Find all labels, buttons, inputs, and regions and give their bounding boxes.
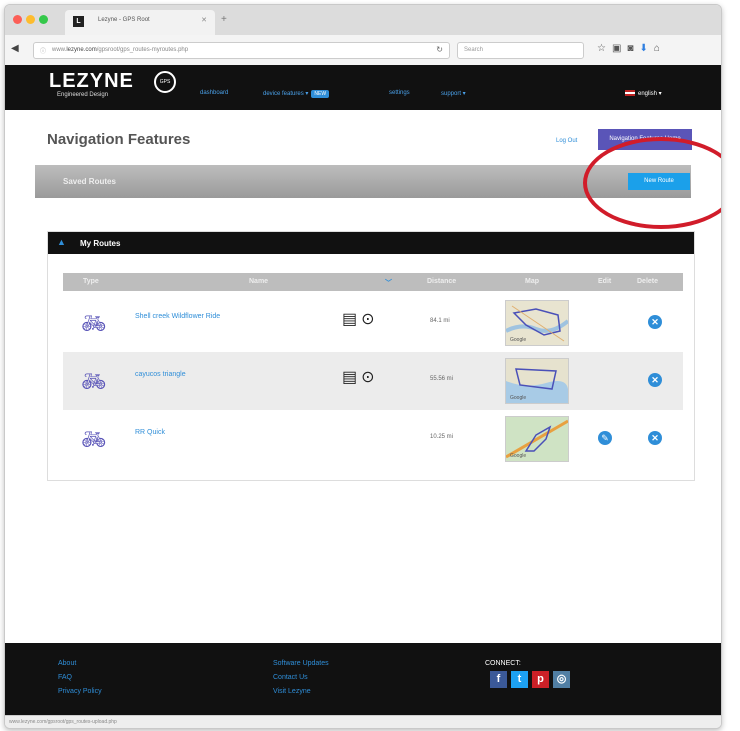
col-map: Map	[525, 278, 539, 285]
nav-support[interactable]: support ▾	[441, 90, 466, 97]
info-icon[interactable]: ⓘ	[40, 46, 46, 55]
logout-link[interactable]: Log Out	[556, 138, 577, 144]
footer-about-link[interactable]: About	[58, 660, 76, 667]
download-icon[interactable]: ⬇	[639, 43, 653, 54]
close-window-button[interactable]	[13, 15, 22, 24]
my-routes-title: My Routes	[80, 239, 121, 248]
nav-settings[interactable]: settings	[389, 90, 410, 96]
back-arrow-icon[interactable]: ◀	[11, 43, 19, 54]
pocket-icon[interactable]: ◙	[627, 43, 639, 54]
route-map-thumbnail[interactable]: Google	[505, 300, 570, 346]
address-bar[interactable]: ⓘ www.lezyne.com/gpsroot/gps_routes-myro…	[33, 42, 450, 59]
site-header: LEZYNE Engineered Design GPS dashboard d…	[5, 65, 721, 110]
route-name-link[interactable]: cayucos triangle	[135, 371, 186, 378]
col-type: Type	[83, 278, 99, 285]
document-icon[interactable]: ▤	[342, 311, 361, 328]
close-tab-icon[interactable]: ✕	[201, 16, 207, 24]
instagram-icon[interactable]: ◎	[553, 671, 570, 688]
browser-tab[interactable]: L Lezyne - GPS Root ✕	[65, 10, 215, 35]
route-actions: ▤⊙	[342, 367, 379, 387]
col-delete: Delete	[637, 278, 659, 285]
status-url: www.lezyne.com/gpsroot/gps_routes-upload…	[9, 719, 117, 725]
favicon-icon: L	[73, 16, 84, 27]
saved-routes-label: Saved Routes	[63, 177, 116, 186]
home-icon[interactable]: ⌂	[654, 43, 666, 54]
nav-dashboard[interactable]: dashboard	[200, 90, 228, 96]
route-map-thumbnail[interactable]: Google	[505, 416, 569, 462]
zoom-window-button[interactable]	[39, 15, 48, 24]
route-distance: 55.56 mi	[430, 376, 454, 382]
bookmark-star-icon[interactable]: ☆	[597, 43, 612, 54]
google-watermark: Google	[510, 337, 527, 343]
search-placeholder: Search	[464, 47, 484, 53]
new-badge: NEW	[311, 90, 330, 98]
search-input[interactable]: Search	[457, 42, 584, 59]
route-name-link[interactable]: Shell creek Wildflower Ride	[135, 313, 220, 320]
my-routes-panel: ▲ My Routes Type Name ﹀ Distance Map Edi…	[47, 231, 695, 481]
document-icon[interactable]: ▤	[342, 369, 361, 386]
delete-route-button[interactable]: ✕	[648, 315, 662, 329]
target-icon[interactable]: ⊙	[361, 369, 378, 386]
site-footer: About FAQ Privacy Policy Software Update…	[5, 643, 721, 715]
reload-icon[interactable]: ↻	[436, 45, 443, 54]
route-row: 🚲︎ cayucos triangle ▤⊙ 55.56 mi Google ✕	[63, 352, 683, 410]
navigation-toolbar: ◀ ⓘ www.lezyne.com/gpsroot/gps_routes-my…	[5, 35, 721, 66]
footer-software-link[interactable]: Software Updates	[273, 660, 329, 667]
lezyne-logo[interactable]: LEZYNE	[49, 70, 134, 93]
col-name[interactable]: Name	[249, 278, 268, 285]
edit-route-button[interactable]: ✎	[598, 431, 612, 445]
browser-status-bar: www.lezyne.com/gpsroot/gps_routes-upload…	[5, 715, 721, 728]
logo-tagline: Engineered Design	[57, 92, 109, 98]
footer-faq-link[interactable]: FAQ	[58, 674, 72, 681]
bike-icon: 🚲︎	[81, 429, 107, 451]
footer-visit-link[interactable]: Visit Lezyne	[273, 688, 311, 695]
bike-icon: 🚲︎	[81, 371, 107, 393]
browser-window: L Lezyne - GPS Root ✕ + ◀ ⓘ www.lezyne.c…	[4, 4, 722, 729]
col-edit: Edit	[598, 278, 612, 285]
language-selector[interactable]: english ▾	[625, 90, 662, 97]
new-tab-icon[interactable]: +	[221, 14, 227, 25]
collapse-triangle-icon[interactable]: ▲	[57, 237, 66, 247]
connect-label: CONNECT:	[485, 660, 521, 667]
sort-chevron-icon[interactable]: ﹀	[385, 278, 392, 288]
my-routes-header[interactable]: ▲ My Routes	[48, 232, 694, 254]
delete-route-button[interactable]: ✕	[648, 431, 662, 445]
footer-contact-link[interactable]: Contact Us	[273, 674, 308, 681]
twitter-icon[interactable]: t	[511, 671, 528, 688]
nav-device-features[interactable]: device features ▾ NEW	[263, 90, 330, 98]
page-title: Navigation Features	[47, 131, 191, 148]
routes-column-header: Type Name ﹀ Distance Map Edit Delete	[63, 273, 683, 291]
route-actions: ▤⊙	[342, 309, 379, 329]
route-row: 🚲︎ Shell creek Wildflower Ride ▤⊙ 84.1 m…	[63, 294, 683, 352]
route-distance: 84.1 mi	[430, 318, 450, 324]
gps-logo-icon: GPS	[154, 71, 176, 93]
footer-privacy-link[interactable]: Privacy Policy	[58, 688, 102, 695]
col-distance[interactable]: Distance	[427, 278, 456, 285]
google-watermark: Google	[510, 453, 527, 459]
us-flag-icon	[625, 90, 635, 97]
google-watermark: Google	[510, 395, 527, 401]
pinterest-icon[interactable]: p	[532, 671, 549, 688]
address-url: www.lezyne.com/gpsroot/gps_routes-myrout…	[52, 47, 189, 53]
route-distance: 10.25 mi	[430, 434, 454, 440]
delete-route-button[interactable]: ✕	[648, 373, 662, 387]
target-icon[interactable]: ⊙	[361, 311, 378, 328]
facebook-icon[interactable]: f	[490, 671, 507, 688]
toolbar-icons: ☆▣◙⬇⌂	[597, 43, 666, 54]
clipboard-icon[interactable]: ▣	[612, 43, 627, 54]
tab-title: Lezyne - GPS Root	[98, 17, 150, 23]
minimize-window-button[interactable]	[26, 15, 35, 24]
bike-icon: 🚲︎	[81, 313, 107, 335]
route-row: 🚲︎ RR Quick 10.25 mi Google ✎ ✕	[63, 410, 683, 468]
route-map-thumbnail[interactable]: Google	[505, 358, 569, 404]
tab-bar: L Lezyne - GPS Root ✕ +	[5, 5, 721, 35]
route-name-link[interactable]: RR Quick	[135, 429, 165, 436]
red-highlight-circle	[583, 137, 721, 229]
